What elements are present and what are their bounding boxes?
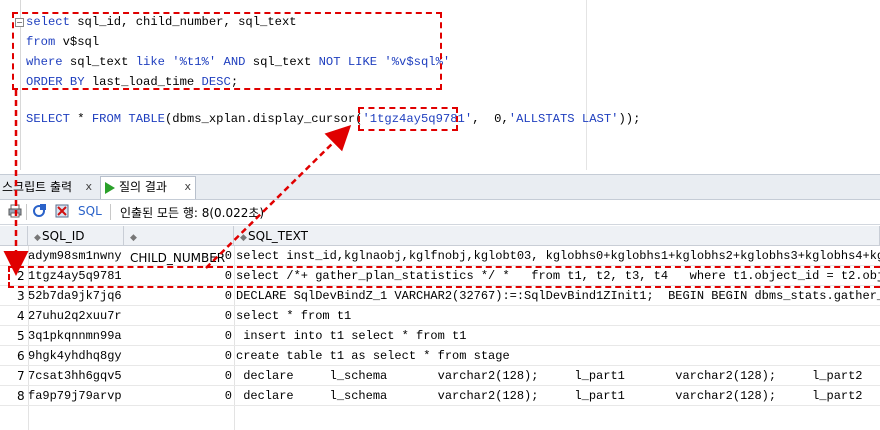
cell-sql-text[interactable]: declare l_schema varchar2(128); l_part1 … bbox=[236, 366, 880, 386]
table-row[interactable]: 5 3q1pkqnnmn99a 0 insert into t1 select * … bbox=[0, 326, 880, 346]
cell-sql-text[interactable]: DECLARE SqlDevBindZ_1 VARCHAR2(32767):=:… bbox=[236, 286, 880, 306]
run-icon bbox=[105, 182, 115, 194]
table-row[interactable]: 2 1tgz4ay5q9781 0 select /*+ gather_plan_st… bbox=[0, 266, 880, 286]
row-number[interactable]: 5 bbox=[0, 326, 24, 346]
cell-sql-text[interactable]: select /*+ gather_plan_statistics */ * f… bbox=[236, 266, 880, 286]
freeze-view-icon[interactable] bbox=[55, 204, 69, 218]
cell-sql-text[interactable]: declare l_schema varchar2(128); l_part1 … bbox=[236, 386, 880, 406]
code-text: (dbms_xplan.display_cursor( bbox=[164, 112, 363, 126]
row-number[interactable]: 8 bbox=[0, 386, 24, 406]
tab-label: 스크립트 출력 bbox=[2, 180, 73, 194]
print-icon[interactable] bbox=[8, 204, 22, 218]
table-row[interactable]: 3 52b7da9jk7jq6 0 DECLARE SqlDevBindZ_1 VAR… bbox=[0, 286, 880, 306]
row-number[interactable]: 7 bbox=[0, 366, 24, 386]
cell-sql-id[interactable]: adym98sm1nwny bbox=[28, 246, 122, 266]
cell-child-number[interactable]: 0 bbox=[124, 366, 232, 386]
sort-icon: ◆ bbox=[240, 233, 247, 243]
sort-icon: ◆ bbox=[130, 233, 137, 243]
cell-child-number[interactable]: 0 bbox=[124, 326, 232, 346]
code-text: ; bbox=[230, 75, 239, 89]
row-number[interactable]: 4 bbox=[0, 306, 24, 326]
cell-sql-id[interactable]: 7csat3hh6gqv5 bbox=[28, 366, 122, 386]
code-line-2: from v$sql bbox=[26, 34, 99, 50]
string-literal: '%t1%' bbox=[164, 55, 217, 69]
table-row[interactable]: 4 27uhu2q2xuu7r 0 select * from t1 bbox=[0, 306, 880, 326]
row-number[interactable]: 6 bbox=[0, 346, 24, 366]
row-number[interactable]: 2 bbox=[0, 266, 24, 286]
cell-child-number[interactable]: 0 bbox=[124, 386, 232, 406]
code-text: last_load_time bbox=[84, 75, 202, 89]
refresh-icon[interactable] bbox=[32, 204, 46, 218]
result-toolbar: SQL 인출된 모든 행: 8(0.022초) bbox=[0, 200, 880, 225]
tab-query-result[interactable]: 질의 결과 x bbox=[100, 176, 196, 199]
cell-sql-id[interactable]: 1tgz4ay5q9781 bbox=[28, 266, 122, 286]
column-label: SQL_TEXT bbox=[248, 229, 308, 243]
code-text: )); bbox=[618, 112, 641, 126]
toolbar-separator bbox=[110, 204, 111, 220]
cell-child-number[interactable]: 0 bbox=[124, 306, 232, 326]
code-text: sql_id, child_number, sql_text bbox=[69, 15, 297, 29]
code-line-3: where sql_text like '%t1%' AND sql_text … bbox=[26, 54, 450, 70]
toolbar-separator bbox=[26, 204, 27, 220]
column-header-child-number[interactable]: ◆CHILD_NUMBER bbox=[124, 226, 234, 265]
keyword: SELECT bbox=[26, 112, 70, 126]
sql-id-literal: '1tgz4ay5q9781' bbox=[362, 112, 473, 126]
keyword: NOT LIKE bbox=[318, 55, 378, 69]
result-grid[interactable]: ◆SQL_ID ◆CHILD_NUMBER ◆SQL_TEXT 1 adym98s… bbox=[0, 226, 880, 430]
code-line-1: select sql_id, child_number, sql_text bbox=[26, 14, 297, 30]
column-header-sql-text[interactable]: ◆SQL_TEXT bbox=[234, 226, 880, 246]
fetch-status: 인출된 모든 행: 8(0.022초) bbox=[120, 206, 265, 220]
keyword: AND bbox=[216, 55, 246, 69]
table-row[interactable]: 1 adym98sm1nwny 0 select inst_id,kglnaobj,k… bbox=[0, 246, 880, 266]
sort-icon: ◆ bbox=[34, 233, 41, 243]
code-text: v$sql bbox=[55, 35, 100, 49]
cell-sql-text[interactable]: create table t1 as select * from stage bbox=[236, 346, 880, 366]
code-text: sql_text bbox=[245, 55, 319, 69]
row-number[interactable]: 1 bbox=[0, 246, 24, 266]
keyword: DESC bbox=[201, 75, 231, 89]
keyword: like bbox=[135, 55, 165, 69]
table-row[interactable]: 8 fa9p79j79arvp 0 declare l_schema varchar… bbox=[0, 386, 880, 406]
cell-sql-text[interactable]: select inst_id,kglnaobj,kglfnobj,kglobt0… bbox=[236, 246, 880, 266]
cell-sql-text[interactable]: insert into t1 select * from t1 bbox=[236, 326, 880, 346]
cell-child-number[interactable]: 0 bbox=[124, 266, 232, 286]
cell-sql-id[interactable]: 3q1pkqnnmn99a bbox=[28, 326, 122, 346]
editor-right-margin bbox=[586, 0, 587, 170]
row-number-header bbox=[0, 226, 28, 246]
tab-label: 질의 결과 bbox=[119, 180, 167, 194]
cell-sql-id[interactable]: 27uhu2q2xuu7r bbox=[28, 306, 122, 326]
code-text: , 0, bbox=[472, 112, 509, 126]
keyword: select bbox=[26, 15, 70, 29]
keyword: ORDER BY bbox=[26, 75, 85, 89]
cell-sql-id[interactable]: fa9p79j79arvp bbox=[28, 386, 122, 406]
code-text: * bbox=[69, 112, 92, 126]
code-line-6: SELECT * FROM TABLE(dbms_xplan.display_c… bbox=[26, 111, 640, 127]
cell-sql-id[interactable]: 9hgk4yhdhq8gy bbox=[28, 346, 122, 366]
table-row[interactable]: 7 7csat3hh6gqv5 0 declare l_schema varchar… bbox=[0, 366, 880, 386]
row-number[interactable]: 3 bbox=[0, 286, 24, 306]
code-line-4: ORDER BY last_load_time DESC; bbox=[26, 74, 238, 90]
column-label: SQL_ID bbox=[42, 229, 85, 243]
string-literal: '%v$sql%' bbox=[377, 55, 451, 69]
sql-button[interactable]: SQL bbox=[78, 204, 102, 218]
output-tab-bar: 스크립트 출력 x 질의 결과 x bbox=[0, 174, 880, 200]
column-header-sql-id[interactable]: ◆SQL_ID bbox=[28, 226, 124, 246]
cell-sql-text[interactable]: select * from t1 bbox=[236, 306, 880, 326]
code-text: sql_text bbox=[62, 55, 136, 69]
table-row[interactable]: 6 9hgk4yhdhq8gy 0 create table t1 as select… bbox=[0, 346, 880, 366]
keyword: where bbox=[26, 55, 63, 69]
tab-script-output[interactable]: 스크립트 출력 x bbox=[0, 177, 96, 197]
cell-child-number[interactable]: 0 bbox=[124, 246, 232, 266]
close-icon[interactable]: x bbox=[184, 177, 191, 197]
cell-child-number[interactable]: 0 bbox=[124, 346, 232, 366]
sql-editor[interactable]: − select sql_id, child_number, sql_text … bbox=[0, 0, 880, 170]
cell-child-number[interactable]: 0 bbox=[124, 286, 232, 306]
keyword: FROM TABLE bbox=[91, 112, 165, 126]
string-literal: 'ALLSTATS LAST' bbox=[508, 112, 619, 126]
fold-toggle-icon[interactable]: − bbox=[15, 18, 24, 27]
cell-sql-id[interactable]: 52b7da9jk7jq6 bbox=[28, 286, 122, 306]
close-icon[interactable]: x bbox=[85, 177, 92, 197]
keyword: from bbox=[26, 35, 56, 49]
